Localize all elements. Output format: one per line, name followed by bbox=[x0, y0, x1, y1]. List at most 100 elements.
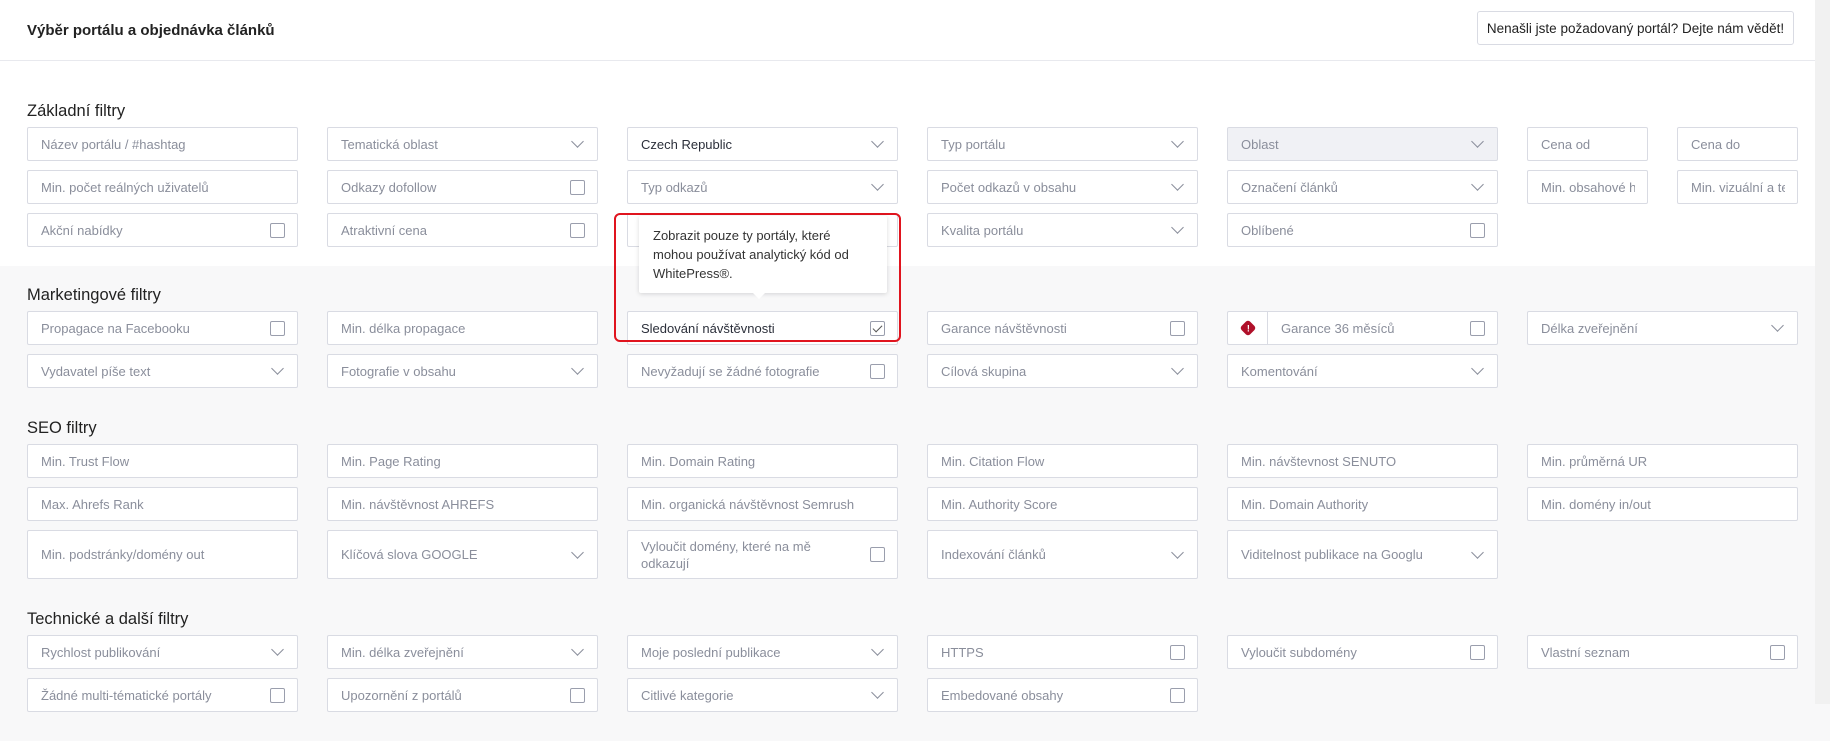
filter-label: Tematická oblast bbox=[341, 136, 438, 152]
filter-checkbox-atraktivni-cena[interactable]: Atraktivní cena bbox=[327, 213, 598, 247]
filter-checkbox-embedovane-obsahy[interactable]: Embedované obsahy bbox=[927, 678, 1198, 712]
checkbox[interactable] bbox=[1170, 644, 1185, 660]
filter-label: Min. Trust Flow bbox=[41, 453, 130, 469]
filter-select-klicova-slova-google[interactable]: Klíčová slova GOOGLE bbox=[327, 530, 598, 579]
filter-text-min-citation-flow[interactable]: Min. Citation Flow bbox=[927, 444, 1198, 478]
checkbox[interactable] bbox=[570, 222, 585, 238]
checkbox[interactable] bbox=[570, 179, 585, 195]
filter-checkbox-nevyzaduji-se-zadne-fotografie[interactable]: Nevyžadují se žádné fotografie bbox=[627, 354, 898, 388]
filter-checkbox-vyloucit-subdomeny[interactable]: Vyloučit subdomény bbox=[1227, 635, 1498, 669]
filter-checkbox-zadne-multi-tematicke-portaly[interactable]: Žádné multi-tématické portály bbox=[27, 678, 298, 712]
checkbox[interactable] bbox=[1170, 687, 1185, 703]
filter-text-min-obsahove-hoc[interactable]: Min. obsahové hoc bbox=[1527, 170, 1648, 204]
filter-select-komentovani[interactable]: Komentování bbox=[1227, 354, 1498, 388]
filter-text-min-vizualni-a-tecl[interactable]: Min. vizuální a tecl bbox=[1677, 170, 1798, 204]
checkbox[interactable] bbox=[270, 687, 285, 703]
filter-select-pocet-odkazu-v-obsahu[interactable]: Počet odkazů v obsahu bbox=[927, 170, 1198, 204]
filter-label: Vydavatel píše text bbox=[41, 363, 151, 379]
filter-select-vydavatel-pise-text[interactable]: Vydavatel píše text bbox=[27, 354, 298, 388]
filter-label: Akční nabídky bbox=[41, 222, 123, 238]
filter-label: Moje poslední publikace bbox=[641, 644, 781, 660]
filter-text-max-ahrefs-rank[interactable]: Max. Ahrefs Rank bbox=[27, 487, 298, 521]
filter-label: Typ odkazů bbox=[641, 179, 708, 195]
filter-text-cena-od[interactable]: Cena od bbox=[1527, 127, 1648, 161]
filter-checkbox-oblibene[interactable]: Oblíbené bbox=[1227, 213, 1498, 247]
chevron-down-icon bbox=[871, 135, 884, 148]
chevron-down-icon bbox=[571, 362, 584, 375]
filter-label: Cena do bbox=[1691, 136, 1741, 152]
filter-label: Cena od bbox=[1541, 136, 1591, 152]
filter-select-kvalita-portalu[interactable]: Kvalita portálu bbox=[927, 213, 1198, 247]
filter-text-min-prumerna-ur[interactable]: Min. průměrná UR bbox=[1527, 444, 1798, 478]
filter-select-typ-odkazu[interactable]: Typ odkazů bbox=[627, 170, 898, 204]
checkbox[interactable] bbox=[570, 687, 585, 703]
filter-text-min-delka-propagace[interactable]: Min. délka propagace bbox=[327, 311, 598, 345]
filter-label: Indexování článků bbox=[941, 547, 1046, 562]
filter-text-min-navstevnost-senuto[interactable]: Min. návštevnost SENUTO bbox=[1227, 444, 1498, 478]
filter-select-czech-republic[interactable]: Czech Republic bbox=[627, 127, 898, 161]
filter-select-indexovani-clanku[interactable]: Indexování článků bbox=[927, 530, 1198, 579]
checkbox[interactable] bbox=[870, 363, 885, 379]
filter-row: Akční nabídky Atraktivní cena Kvalita port… bbox=[27, 213, 1830, 247]
checkbox[interactable] bbox=[270, 222, 285, 238]
filter-label: Rychlost publikování bbox=[41, 644, 161, 660]
filter-select-viditelnost-publikace-na-googlu[interactable]: Viditelnost publikace na Googlu bbox=[1227, 530, 1498, 579]
chevron-down-icon bbox=[1471, 135, 1484, 148]
filter-text-min-pocet-realnych-uzivatelu[interactable]: Min. počet reálných uživatelů bbox=[27, 170, 298, 204]
filter-label: Počet odkazů v obsahu bbox=[941, 179, 1077, 195]
filter-checkbox-propagace-na-facebooku[interactable]: Propagace na Facebooku bbox=[27, 311, 298, 345]
filter-select-typ-portalu[interactable]: Typ portálu bbox=[927, 127, 1198, 161]
filter-checkbox-vlastni-seznam[interactable]: Vlastní seznam bbox=[1527, 635, 1798, 669]
chevron-down-icon bbox=[871, 686, 884, 699]
filter-label: Garance návštěvnosti bbox=[941, 320, 1067, 336]
filter-checkbox-akcni-nabidky[interactable]: Akční nabídky bbox=[27, 213, 298, 247]
filter-text-min-trust-flow[interactable]: Min. Trust Flow bbox=[27, 444, 298, 478]
filter-checkbox-odkazy-dofollow[interactable]: Odkazy dofollow bbox=[327, 170, 598, 204]
filter-text-min-authority-score[interactable]: Min. Authority Score bbox=[927, 487, 1198, 521]
chevron-down-icon bbox=[571, 643, 584, 656]
filter-checkbox-https[interactable]: HTTPS bbox=[927, 635, 1198, 669]
checkbox[interactable] bbox=[1470, 644, 1485, 660]
filter-select-moje-posledni-publikace[interactable]: Moje poslední publikace bbox=[627, 635, 898, 669]
filter-row: Vydavatel píše text Fotografie v obsahu Ne… bbox=[27, 354, 1815, 388]
filter-text-min-podstranky-domeny-out[interactable]: Min. podstránky/domény out bbox=[27, 530, 298, 579]
filter-text-nazev-portalu-hashtag[interactable]: Název portálu / #hashtag bbox=[27, 127, 298, 161]
filter-label: Citlivé kategorie bbox=[641, 687, 734, 703]
filter-select-rychlost-publikovani[interactable]: Rychlost publikování bbox=[27, 635, 298, 669]
filter-text-min-navstevnost-ahrefs[interactable]: Min. návštěvnost AHREFS bbox=[327, 487, 598, 521]
filter-label: Min. domény in/out bbox=[1541, 496, 1651, 512]
filter-text-min-organicka-navstevnost-semrush[interactable]: Min. organická návštěvnost Semrush bbox=[627, 487, 898, 521]
filter-select-cilova-skupina[interactable]: Cílová skupina bbox=[927, 354, 1198, 388]
filter-text-min-domain-authority[interactable]: Min. Domain Authority bbox=[1227, 487, 1498, 521]
checkbox[interactable] bbox=[270, 320, 285, 336]
filter-checkbox-garance-navstevnosti[interactable]: Garance návštěvnosti bbox=[927, 311, 1198, 345]
chevron-down-icon bbox=[871, 178, 884, 191]
filter-select-tematicka-oblast[interactable]: Tematická oblast bbox=[327, 127, 598, 161]
filter-text-min-domain-rating[interactable]: Min. Domain Rating bbox=[627, 444, 898, 478]
chevron-down-icon bbox=[271, 362, 284, 375]
feedback-button[interactable]: Nenašli jste požadovaný portál? Dejte ná… bbox=[1477, 11, 1794, 45]
filter-select-delka-zverejneni[interactable]: Délka zveřejnění bbox=[1527, 311, 1798, 345]
filter-select-fotografie-v-obsahu[interactable]: Fotografie v obsahu bbox=[327, 354, 598, 388]
section-title: Základní filtry bbox=[27, 102, 126, 120]
checkbox[interactable] bbox=[1470, 320, 1485, 336]
checkbox[interactable] bbox=[1770, 644, 1785, 660]
checkbox[interactable] bbox=[1470, 222, 1485, 238]
filter-checkbox-sledovani-navstevnosti[interactable]: Sledování návštěvnosti bbox=[627, 311, 898, 345]
filter-text-cena-do[interactable]: Cena do bbox=[1677, 127, 1798, 161]
filter-select-oblast[interactable]: Oblast bbox=[1227, 127, 1498, 161]
checkbox[interactable] bbox=[870, 547, 885, 562]
filter-checkbox-garance-36-mesicu[interactable]: ! Garance 36 měsíců bbox=[1227, 311, 1498, 345]
filter-text-min-domeny-in-out[interactable]: Min. domény in/out bbox=[1527, 487, 1798, 521]
checkbox[interactable] bbox=[870, 320, 885, 336]
filter-text-min-page-rating[interactable]: Min. Page Rating bbox=[327, 444, 598, 478]
filter-select-min-delka-zverejneni[interactable]: Min. délka zveřejnění bbox=[327, 635, 598, 669]
filter-checkbox-upozorneni-z-portalu[interactable]: Upozornění z portálů bbox=[327, 678, 598, 712]
filter-select-citlive-kategorie[interactable]: Citlivé kategorie bbox=[627, 678, 898, 712]
filter-label: Viditelnost publikace na Googlu bbox=[1241, 547, 1423, 562]
filter-select-oznaceni-clanku[interactable]: Označení článků bbox=[1227, 170, 1498, 204]
filter-checkbox-vyloucit-domeny-ktere-na-me-odkazuji[interactable]: Vyloučit domény, které na mě odkazují bbox=[627, 530, 898, 579]
checkbox[interactable] bbox=[1170, 320, 1185, 336]
scrollbar[interactable] bbox=[1815, 0, 1830, 704]
filter-label: Atraktivní cena bbox=[341, 222, 427, 238]
